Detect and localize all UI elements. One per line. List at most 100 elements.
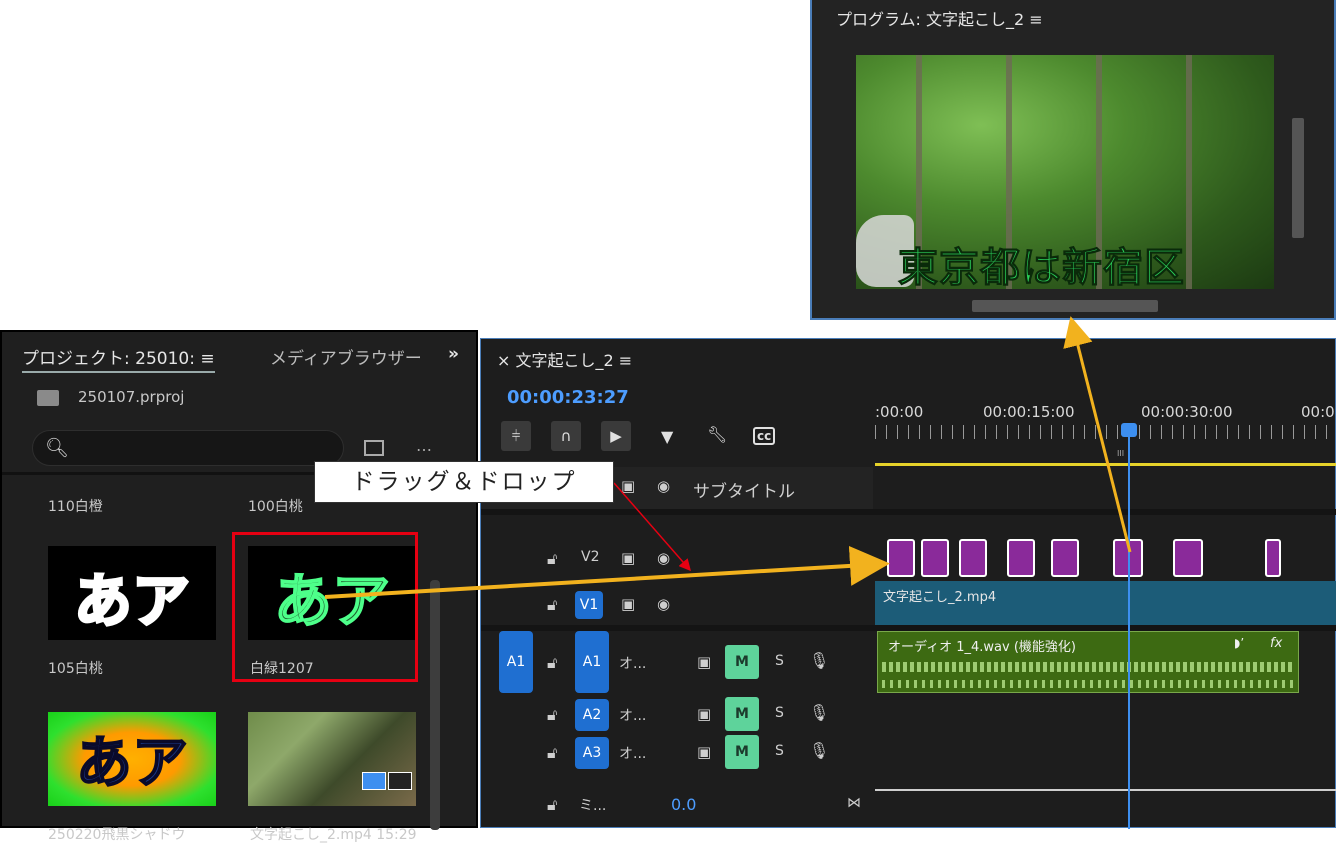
eye-icon[interactable]: ◉ [657, 477, 670, 495]
captions-icon[interactable]: cc [753, 427, 776, 445]
linked-selection-icon[interactable]: ▶ [601, 421, 631, 451]
video-caption-text: 東京都は新宿区 [898, 245, 1185, 290]
search-icon: 🔍︎ [45, 437, 70, 459]
time-ruler[interactable] [875, 425, 1336, 439]
video-badge-icon [362, 772, 386, 790]
wrench-icon[interactable]: 🔧︎ [707, 425, 727, 444]
find-bin-icon[interactable] [364, 440, 384, 456]
track-label-a3[interactable]: A3 [575, 737, 609, 769]
lock-icon[interactable]: 🔓︎ [547, 653, 557, 673]
search-input[interactable]: 🔍︎ [32, 430, 344, 466]
lock-icon[interactable]: 🔓︎ [547, 595, 557, 615]
highlight-box [232, 532, 418, 682]
item-label[interactable]: 文字起こし_2.mp4 15:29 [250, 824, 417, 844]
insert-sequence-icon[interactable]: ⫩ [501, 421, 531, 451]
playhead-line [1128, 431, 1130, 829]
microphone-icon[interactable]: 🎙︎ [809, 703, 829, 722]
item-thumbnail[interactable]: あア [48, 546, 216, 640]
item-label[interactable]: 110白橙 [48, 496, 103, 516]
mute-button[interactable]: M [725, 697, 759, 731]
tab-sequence[interactable]: × 文字起こし_2 ≡ [497, 347, 632, 371]
eye-icon[interactable]: ◉ [657, 549, 670, 567]
solo-button[interactable]: S [775, 705, 784, 721]
caption-clip[interactable] [959, 539, 987, 577]
playhead-handle[interactable] [1121, 423, 1137, 437]
drag-and-drop-label: ドラッグ＆ドロップ [314, 461, 614, 503]
caption-clip[interactable] [1051, 539, 1079, 577]
lock-icon[interactable]: 🔓︎ [547, 795, 557, 815]
item-label[interactable]: 105白桃 [48, 658, 103, 678]
more-tabs-icon[interactable]: » [448, 344, 459, 364]
caption-clip[interactable] [1173, 539, 1203, 577]
track-output-icon[interactable]: ▣ [697, 743, 711, 761]
microphone-icon[interactable]: 🎙︎ [809, 741, 829, 760]
vertical-scrollbar[interactable] [430, 580, 440, 830]
ruler-time-label: 00:0 [1301, 403, 1335, 421]
item-label[interactable]: 100白桃 [248, 496, 303, 516]
item-thumbnail[interactable] [248, 712, 416, 806]
lock-icon[interactable]: 🔓︎ [547, 705, 557, 725]
mute-button[interactable]: M [725, 735, 759, 769]
program-monitor-panel: プログラム: 文字起こし_2 ≡ 東京都は新宿区 [810, 0, 1336, 320]
playhead-timecode[interactable]: 00:00:23:27 [507, 387, 629, 408]
track-output-icon[interactable]: ▣ [621, 549, 635, 567]
caption-clip[interactable] [1007, 539, 1035, 577]
mix-volume-line [875, 789, 1336, 791]
caption-clip[interactable] [887, 539, 915, 577]
program-monitor-title[interactable]: プログラム: 文字起こし_2 ≡ [836, 6, 1043, 30]
vertical-scrollbar[interactable] [1292, 118, 1304, 238]
go-to-end-icon[interactable]: ⋈ [847, 795, 861, 811]
track-name: オ... [619, 708, 647, 724]
work-area-bar[interactable] [875, 463, 1336, 466]
item-thumbnail[interactable]: あア [48, 712, 216, 806]
lock-icon[interactable]: 🔓︎ [547, 743, 557, 763]
horizontal-scrollbar[interactable] [972, 300, 1158, 312]
ruler-marker: III [1117, 449, 1125, 458]
audio-waveform [882, 662, 1294, 672]
project-file-name: 250107.prproj [78, 388, 185, 406]
track-label-a2[interactable]: A2 [575, 699, 609, 731]
audio-badge-icon [388, 772, 412, 790]
mix-volume-value[interactable]: 0.0 [671, 795, 696, 814]
mute-button[interactable]: M [725, 645, 759, 679]
ruler-time-label: 00:00:15:00 [983, 403, 1075, 421]
track-output-icon[interactable]: ▣ [621, 477, 635, 495]
track-output-icon[interactable]: ▣ [697, 653, 711, 671]
thumb-sample-text: あア [72, 566, 191, 637]
microphone-icon[interactable]: 🎙︎ [809, 651, 829, 670]
ruler-time-label: :00:00 [875, 403, 924, 421]
program-video-frame[interactable]: 東京都は新宿区 [856, 55, 1274, 289]
tree-trunk [1186, 55, 1192, 289]
audio-waveform [882, 680, 1294, 688]
audio-clip[interactable]: オーディオ 1_4.wav (機能強化) ◗’ fx [877, 631, 1299, 693]
thumb-sample-text: あア [75, 730, 189, 797]
source-track-a1[interactable]: A1 [499, 631, 533, 693]
panel-menu-icon[interactable]: … [416, 436, 432, 455]
track-output-icon[interactable]: ▣ [621, 595, 635, 613]
subtitle-track-label: サブタイトル [693, 482, 795, 502]
snap-magnet-icon[interactable]: ∩ [551, 421, 581, 451]
project-file-icon [37, 390, 59, 406]
mix-track-name: ミ... [579, 798, 607, 814]
volume-icon: ◗’ [1234, 636, 1245, 650]
track-label-v2[interactable]: V2 [581, 549, 599, 565]
video-clip[interactable]: 文字起こし_2.mp4 [875, 581, 1336, 625]
fx-badge: fx [1270, 636, 1283, 651]
clip-label: オーディオ 1_4.wav (機能強化) [888, 640, 1076, 655]
track-label-v1[interactable]: V1 [575, 591, 603, 619]
track-label-a1[interactable]: A1 [575, 631, 609, 693]
caption-clip[interactable] [921, 539, 949, 577]
timeline-panel: × 文字起こし_2 ≡ 00:00:23:27 ⫩ ∩ ▶ ▼ 🔧︎ cc :0… [480, 338, 1336, 829]
track-separator [481, 509, 1336, 515]
solo-button[interactable]: S [775, 653, 784, 669]
lock-icon[interactable]: 🔓︎ [547, 549, 557, 569]
solo-button[interactable]: S [775, 743, 784, 759]
item-label[interactable]: 250220飛黒シャドウ [48, 824, 185, 844]
eye-icon[interactable]: ◉ [657, 595, 670, 613]
add-marker-icon[interactable]: ▼ [661, 427, 673, 446]
tab-project[interactable]: プロジェクト: 25010: ≡ [22, 344, 215, 373]
clip-label: 文字起こし_2.mp4 [883, 590, 997, 605]
track-output-icon[interactable]: ▣ [697, 705, 711, 723]
caption-clip[interactable] [1265, 539, 1281, 577]
tab-media-browser[interactable]: メディアブラウザー [270, 344, 422, 369]
